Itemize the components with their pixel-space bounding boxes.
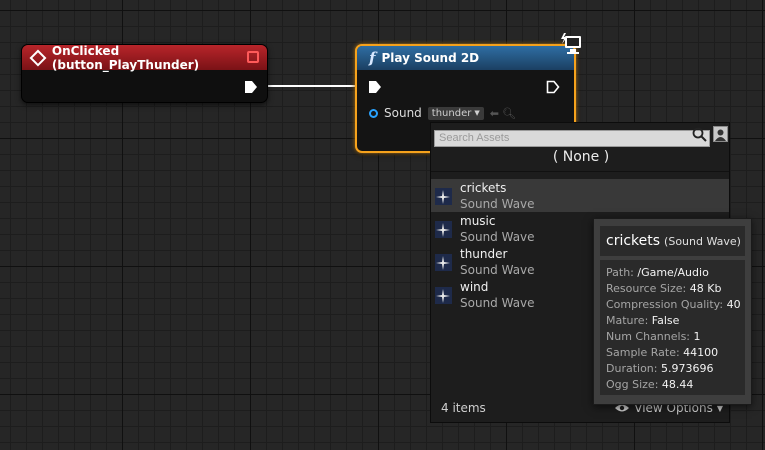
tooltip-row: Path: /Game/Audio [606, 265, 745, 281]
chevron-down-icon: ▼ [474, 109, 480, 117]
item-count: 4 items [441, 401, 486, 415]
asset-type: Sound Wave [460, 230, 535, 244]
sound-asset-dropdown[interactable]: thunder ▼ [427, 106, 484, 120]
sound-wave-icon [435, 221, 452, 238]
sound-wave-icon [435, 254, 452, 271]
tooltip-label: Sample Rate: [606, 346, 680, 359]
tooltip-value: /Game/Audio [637, 266, 709, 279]
asset-type: Sound Wave [460, 197, 535, 211]
browse-icon[interactable]: 🔍︎ [502, 107, 516, 120]
tooltip-label: Path: [606, 266, 634, 279]
tooltip-row: Num Channels: 1 [606, 329, 745, 345]
event-node-title: OnClicked (button_PlayThunder) [51, 43, 200, 72]
object-pin-icon[interactable] [369, 108, 378, 118]
sound-wave-icon [435, 287, 452, 304]
divider [431, 171, 729, 172]
tooltip-row: Sample Rate: 44100 [606, 345, 745, 361]
tooltip-asset-kind: (Sound Wave) [664, 234, 741, 248]
search-box [434, 126, 710, 147]
search-icon[interactable] [692, 127, 707, 142]
server-lightning-icon [561, 33, 581, 54]
tooltip-label: Mature: [606, 314, 649, 327]
tooltip-row: Ogg Size: 48.44 [606, 377, 745, 393]
search-assets-input[interactable] [434, 129, 710, 147]
function-icon: f [369, 49, 376, 67]
tooltip-value: 40 [726, 298, 741, 311]
delegate-pin-icon[interactable] [247, 51, 259, 63]
exec-input-pin[interactable] [368, 80, 382, 94]
tooltip-value: 48.44 [661, 378, 694, 391]
tooltip-label: Compression Quality: [606, 298, 724, 311]
asset-name: wind [460, 280, 489, 294]
tooltip-label: Resource Size: [606, 282, 687, 295]
tooltip-header: crickets (Sound Wave) [600, 226, 745, 256]
event-node-onclicked[interactable]: OnClicked (button_PlayThunder) [21, 44, 268, 103]
tooltip-value: 1 [693, 330, 701, 343]
asset-type: Sound Wave [460, 263, 535, 277]
tooltip-label: Num Channels: [606, 330, 691, 343]
tooltip-details: Path: /Game/Audio Resource Size: 48 Kb C… [600, 260, 745, 395]
tooltip-label: Duration: [606, 362, 658, 375]
use-selected-icon[interactable]: ⬅ [490, 107, 499, 120]
blueprint-graph-canvas[interactable]: OnClicked (button_PlayThunder) f Play So… [0, 0, 765, 450]
tooltip-row: Resource Size: 48 Kb [606, 281, 745, 297]
exec-output-pin[interactable] [244, 80, 258, 94]
tooltip-row: Duration: 5.973696 [606, 361, 745, 377]
play-node-title: Play Sound 2D [381, 51, 480, 65]
tooltip-label: Ogg Size: [606, 378, 659, 391]
sound-pin-label: Sound [384, 106, 422, 120]
asset-type: Sound Wave [460, 296, 535, 310]
sound-wave-icon [435, 188, 452, 205]
asset-name: crickets [460, 181, 507, 195]
asset-name: music [460, 214, 496, 228]
none-option[interactable]: ( None ) [434, 146, 728, 168]
sound-pin-row: Sound thunder ▼ ⬅ 🔍︎ [369, 106, 516, 120]
event-node-header: OnClicked (button_PlayThunder) [22, 43, 267, 72]
tooltip-value: 48 Kb [689, 282, 722, 295]
event-diamond-icon [29, 49, 47, 66]
asset-item-crickets[interactable]: crickets Sound Wave [431, 179, 729, 212]
play-node-header: f Play Sound 2D [357, 46, 574, 70]
sound-asset-value: thunder [431, 107, 472, 119]
tooltip-asset-name: crickets [606, 233, 661, 249]
asset-tooltip: crickets (Sound Wave) Path: /Game/Audio … [593, 218, 752, 405]
asset-name: thunder [460, 247, 508, 261]
tooltip-value: False [651, 314, 680, 327]
tooltip-value: 5.973696 [660, 362, 714, 375]
tooltip-row: Compression Quality: 40 [606, 297, 745, 313]
user-filter-button[interactable] [713, 126, 728, 142]
tooltip-row: Mature: False [606, 313, 745, 329]
tooltip-value: 44100 [683, 346, 719, 359]
user-icon [715, 129, 726, 141]
exec-output-pin-play[interactable] [546, 80, 560, 94]
